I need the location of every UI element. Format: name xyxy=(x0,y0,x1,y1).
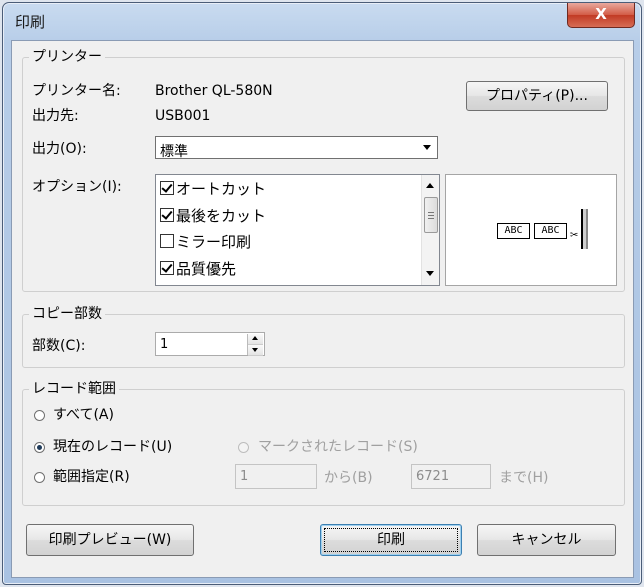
option-label-autocut: オートカット xyxy=(176,180,267,198)
range-to-value: 6721 xyxy=(416,469,450,484)
copies-count-input[interactable]: 1 xyxy=(155,332,265,356)
print-button[interactable]: 印刷 xyxy=(320,524,462,556)
radio-all-label[interactable]: すべて(A) xyxy=(53,407,114,424)
range-from-value: 1 xyxy=(240,469,249,484)
radio-current-record[interactable] xyxy=(34,442,45,453)
window-title: 印刷 xyxy=(15,13,46,31)
option-label-cut-at-end: 最後をカット xyxy=(176,207,267,225)
scissors-icon: ✂ xyxy=(570,230,579,241)
preview-label-1: ABC xyxy=(497,223,530,239)
scroll-down-icon[interactable] xyxy=(426,271,434,276)
label-preview: ABC ABC ✂ xyxy=(445,174,617,286)
range-from-input[interactable]: 1 xyxy=(235,464,317,489)
printer-group-title: プリンター xyxy=(29,49,105,65)
scroll-thumb[interactable] xyxy=(424,197,438,233)
printer-port-value: USB001 xyxy=(155,108,211,124)
checkbox-quality-priority[interactable] xyxy=(160,261,174,275)
radio-range[interactable] xyxy=(34,472,45,483)
cancel-button[interactable]: キャンセル xyxy=(477,524,616,556)
options-scrollbar[interactable] xyxy=(421,175,439,285)
checkbox-autocut[interactable] xyxy=(160,181,174,195)
range-from-label: から(B) xyxy=(324,470,373,486)
chevron-down-icon xyxy=(418,138,436,157)
radio-current-record-label[interactable]: 現在のレコード(U) xyxy=(53,439,172,456)
option-item-cut-at-end[interactable]: 最後をカット xyxy=(160,207,266,225)
copies-spinner[interactable] xyxy=(247,334,263,356)
copies-count-label: 部数(C): xyxy=(32,338,86,354)
printer-name-value: Brother QL-580N xyxy=(155,83,273,99)
copies-group-title: コピー部数 xyxy=(29,306,105,322)
option-item-quality-priority[interactable]: 品質優先 xyxy=(160,260,236,278)
spin-up-icon xyxy=(252,336,258,340)
copies-group xyxy=(22,314,625,368)
print-dialog-window: 印刷 X プリンター プリンター名: Brother QL-580N 出力先: … xyxy=(2,2,642,585)
spin-down-button[interactable] xyxy=(248,345,263,356)
range-to-input[interactable]: 6721 xyxy=(411,464,491,489)
spin-down-icon xyxy=(252,348,258,352)
option-item-autocut[interactable]: オートカット xyxy=(160,180,266,198)
option-label-mirror-print: ミラー印刷 xyxy=(176,233,252,251)
checkbox-mirror-print[interactable] xyxy=(160,234,174,248)
dialog-client-area: プリンター プリンター名: Brother QL-580N 出力先: USB00… xyxy=(11,40,634,578)
print-preview-button-label: 印刷プレビュー(W) xyxy=(48,532,172,548)
copies-count-value: 1 xyxy=(160,337,169,352)
printer-name-label: プリンター名: xyxy=(32,83,121,99)
options-listbox[interactable]: オートカット 最後をカット ミラー印刷 品質優先 xyxy=(155,174,440,286)
close-icon: X xyxy=(595,5,607,23)
output-label: 出力(O): xyxy=(32,141,87,157)
cancel-button-label: キャンセル xyxy=(511,532,582,548)
option-label-quality-priority: 品質優先 xyxy=(176,260,237,278)
radio-range-label[interactable]: 範囲指定(R) xyxy=(53,469,130,486)
properties-button[interactable]: プロパティ(P)... xyxy=(466,81,608,111)
output-select-value: 標準 xyxy=(160,144,188,160)
properties-button-label: プロパティ(P)... xyxy=(486,88,588,104)
option-item-mirror-print[interactable]: ミラー印刷 xyxy=(160,233,251,251)
output-select[interactable]: 標準 xyxy=(155,136,438,160)
title-bar[interactable]: 印刷 X xyxy=(3,3,641,39)
close-button[interactable]: X xyxy=(567,3,635,28)
record-range-group-title: レコード範囲 xyxy=(29,381,119,397)
print-button-focus-ring xyxy=(324,528,458,552)
radio-all[interactable] xyxy=(34,410,45,421)
radio-marked-records[interactable] xyxy=(238,442,249,453)
preview-label-2: ABC xyxy=(534,223,567,239)
printer-port-label: 出力先: xyxy=(32,108,79,124)
scroll-up-icon[interactable] xyxy=(426,183,434,188)
range-to-label: まで(H) xyxy=(499,470,549,486)
radio-marked-records-label[interactable]: マークされたレコード(S) xyxy=(258,439,418,456)
checkbox-cut-at-end[interactable] xyxy=(160,208,174,222)
spin-up-button[interactable] xyxy=(248,334,263,345)
print-preview-button[interactable]: 印刷プレビュー(W) xyxy=(26,524,194,556)
options-label: オプション(I): xyxy=(32,179,122,195)
cutter-blade-icon xyxy=(581,209,588,249)
